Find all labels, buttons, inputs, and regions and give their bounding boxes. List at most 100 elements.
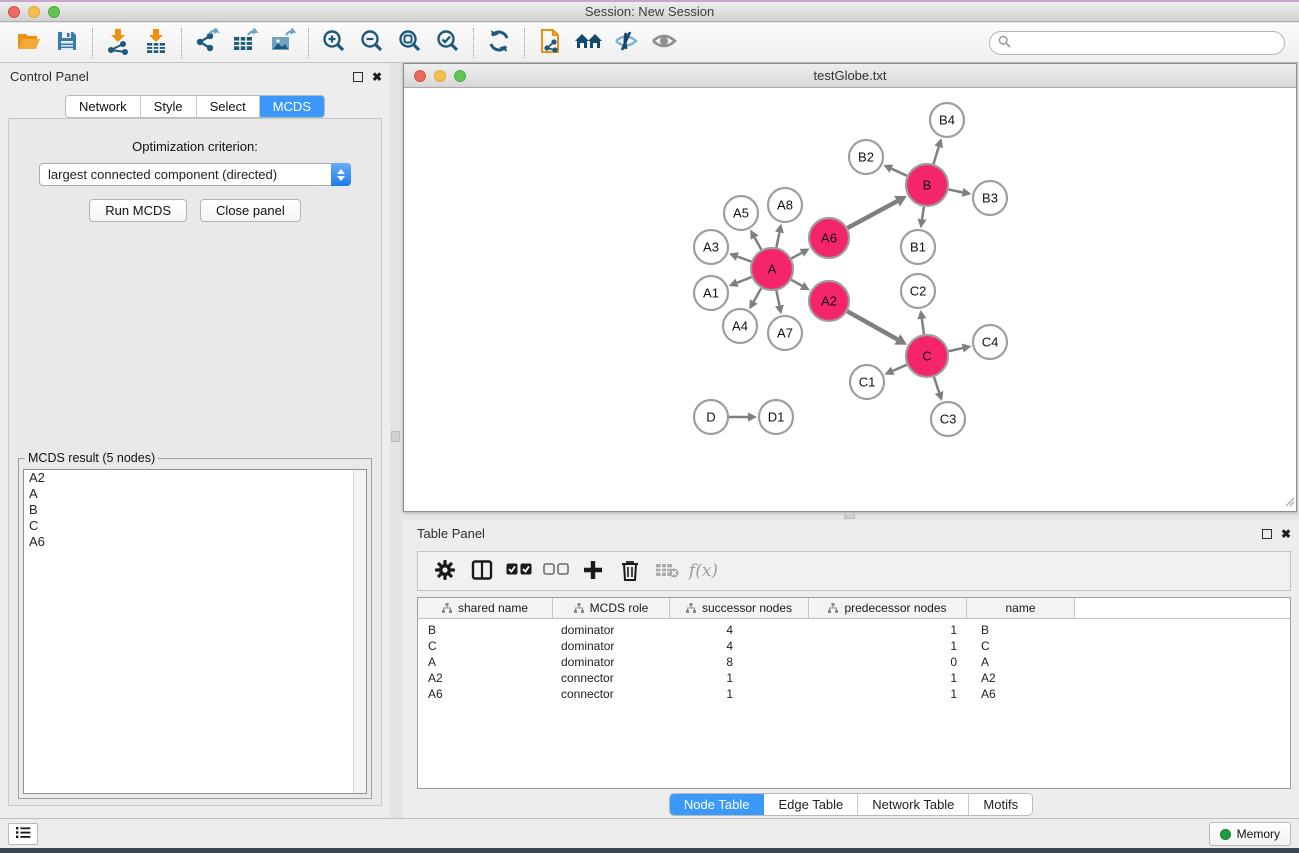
- show-columns-button[interactable]: [463, 554, 500, 588]
- edge-B-B1[interactable]: [922, 207, 924, 220]
- window-resize-handle[interactable]: [1283, 495, 1295, 510]
- tab-mcds[interactable]: MCDS: [260, 96, 324, 117]
- table-row-a[interactable]: Adominator80A: [418, 654, 1290, 670]
- cell-successor-nodes[interactable]: 4: [670, 639, 809, 653]
- add-column-button[interactable]: [574, 554, 611, 588]
- edge-A-A7[interactable]: [776, 291, 779, 306]
- result-item-b[interactable]: B: [24, 502, 366, 518]
- criterion-select[interactable]: largest connected component (directed): [39, 163, 351, 186]
- table-settings-button[interactable]: [426, 554, 463, 588]
- tab-select[interactable]: Select: [197, 96, 260, 117]
- refresh-view-button[interactable]: [480, 25, 518, 61]
- task-history-button[interactable]: [8, 823, 38, 845]
- save-session-button[interactable]: [48, 25, 86, 61]
- result-item-a[interactable]: A: [24, 486, 366, 502]
- column-header-mcds-role[interactable]: MCDS role: [553, 598, 670, 618]
- cell-shared-name[interactable]: A6: [418, 687, 553, 701]
- result-item-c[interactable]: C: [24, 518, 366, 534]
- cell-successor-nodes[interactable]: 8: [670, 655, 809, 669]
- column-header-name[interactable]: name: [967, 598, 1075, 618]
- cell-predecessor-nodes[interactable]: 1: [809, 639, 967, 653]
- cell-successor-nodes[interactable]: 4: [670, 623, 809, 637]
- edge-B-B3[interactable]: [949, 189, 963, 192]
- zoom-selected-button[interactable]: [429, 25, 467, 61]
- table-float-panel-icon[interactable]: [1262, 529, 1272, 539]
- search-input[interactable]: [1016, 36, 1276, 50]
- network-close-button[interactable]: [414, 70, 426, 82]
- cell-successor-nodes[interactable]: 1: [670, 687, 809, 701]
- cell-successor-nodes[interactable]: 1: [670, 671, 809, 685]
- search-field[interactable]: [989, 31, 1285, 55]
- cell-predecessor-nodes[interactable]: 1: [809, 671, 967, 685]
- import-network-button[interactable]: [99, 25, 137, 61]
- edge-B-B4[interactable]: [933, 147, 938, 164]
- cell-mcds-role[interactable]: connector: [553, 687, 670, 701]
- edge-A-A8[interactable]: [776, 232, 779, 247]
- cell-name[interactable]: A6: [967, 687, 1075, 701]
- show-hidden-button[interactable]: [645, 25, 683, 61]
- open-session-button[interactable]: [10, 25, 48, 61]
- close-panel-icon[interactable]: ✖: [372, 72, 382, 82]
- cell-name[interactable]: B: [967, 623, 1075, 637]
- export-network-button[interactable]: [188, 25, 226, 61]
- cell-mcds-role[interactable]: connector: [553, 671, 670, 685]
- tab-node-table[interactable]: Node Table: [670, 794, 765, 815]
- edge-A-A6[interactable]: [791, 253, 801, 259]
- edge-A-A5[interactable]: [755, 237, 762, 249]
- close-window-button[interactable]: [8, 6, 20, 18]
- cell-name[interactable]: A2: [967, 671, 1075, 685]
- run-mcds-button[interactable]: Run MCDS: [89, 199, 187, 222]
- zoom-in-button[interactable]: [315, 25, 353, 61]
- edge-A-A1[interactable]: [737, 277, 751, 283]
- column-header-shared-name[interactable]: shared name: [418, 598, 553, 618]
- cell-name[interactable]: C: [967, 639, 1075, 653]
- network-zoom-button[interactable]: [454, 70, 466, 82]
- close-panel-button[interactable]: Close panel: [200, 199, 301, 222]
- table-row-b[interactable]: Bdominator41B: [418, 622, 1290, 638]
- mcds-result-list[interactable]: A2ABCA6: [23, 469, 367, 794]
- column-header-predecessor-nodes[interactable]: predecessor nodes: [809, 598, 967, 618]
- cell-shared-name[interactable]: B: [418, 623, 553, 637]
- table-close-panel-icon[interactable]: ✖: [1281, 529, 1291, 539]
- edge-B-B2[interactable]: [891, 169, 907, 176]
- result-item-a2[interactable]: A2: [24, 470, 366, 486]
- cell-shared-name[interactable]: C: [418, 639, 553, 653]
- horizontal-splitter-grip[interactable]: [844, 512, 855, 519]
- table-row-a6[interactable]: A6connector11A6: [418, 686, 1290, 702]
- edge-A-A4[interactable]: [754, 288, 762, 301]
- hide-others-button[interactable]: [607, 25, 645, 61]
- edge-A2-C[interactable]: [847, 311, 897, 339]
- cell-predecessor-nodes[interactable]: 1: [809, 623, 967, 637]
- column-header-successor-nodes[interactable]: successor nodes: [670, 598, 809, 618]
- edge-C-C3[interactable]: [934, 377, 939, 393]
- delete-column-button[interactable]: [611, 554, 648, 588]
- network-from-selection-button[interactable]: [531, 25, 569, 61]
- zoom-out-button[interactable]: [353, 25, 391, 61]
- network-canvas[interactable]: B4B2BB3A5A8A6A3B1AA1C2A2A4A7C4CC1C3DD1: [404, 88, 1296, 511]
- table-row-a2[interactable]: A2connector11A2: [418, 670, 1290, 686]
- tab-network-table[interactable]: Network Table: [858, 794, 969, 815]
- memory-button[interactable]: Memory: [1209, 822, 1291, 846]
- export-table-button[interactable]: [226, 25, 264, 61]
- vertical-splitter[interactable]: [390, 63, 403, 818]
- minimize-window-button[interactable]: [28, 6, 40, 18]
- cell-predecessor-nodes[interactable]: 0: [809, 655, 967, 669]
- cell-shared-name[interactable]: A2: [418, 671, 553, 685]
- tab-edge-table[interactable]: Edge Table: [764, 794, 858, 815]
- houses-button[interactable]: [569, 25, 607, 61]
- tab-network[interactable]: Network: [66, 96, 141, 117]
- cell-shared-name[interactable]: A: [418, 655, 553, 669]
- cell-mcds-role[interactable]: dominator: [553, 623, 670, 637]
- table-row-c[interactable]: Cdominator41C: [418, 638, 1290, 654]
- network-window-titlebar[interactable]: testGlobe.txt: [404, 64, 1296, 88]
- float-panel-icon[interactable]: [353, 72, 363, 82]
- edge-C-C2[interactable]: [922, 319, 924, 334]
- cell-name[interactable]: A: [967, 655, 1075, 669]
- tab-style[interactable]: Style: [141, 96, 197, 117]
- export-image-button[interactable]: [264, 25, 302, 61]
- splitter-grip[interactable]: [391, 431, 400, 442]
- import-table-button[interactable]: [137, 25, 175, 61]
- select-all-rows-button[interactable]: [500, 554, 537, 588]
- cell-mcds-role[interactable]: dominator: [553, 639, 670, 653]
- tab-motifs[interactable]: Motifs: [969, 794, 1032, 815]
